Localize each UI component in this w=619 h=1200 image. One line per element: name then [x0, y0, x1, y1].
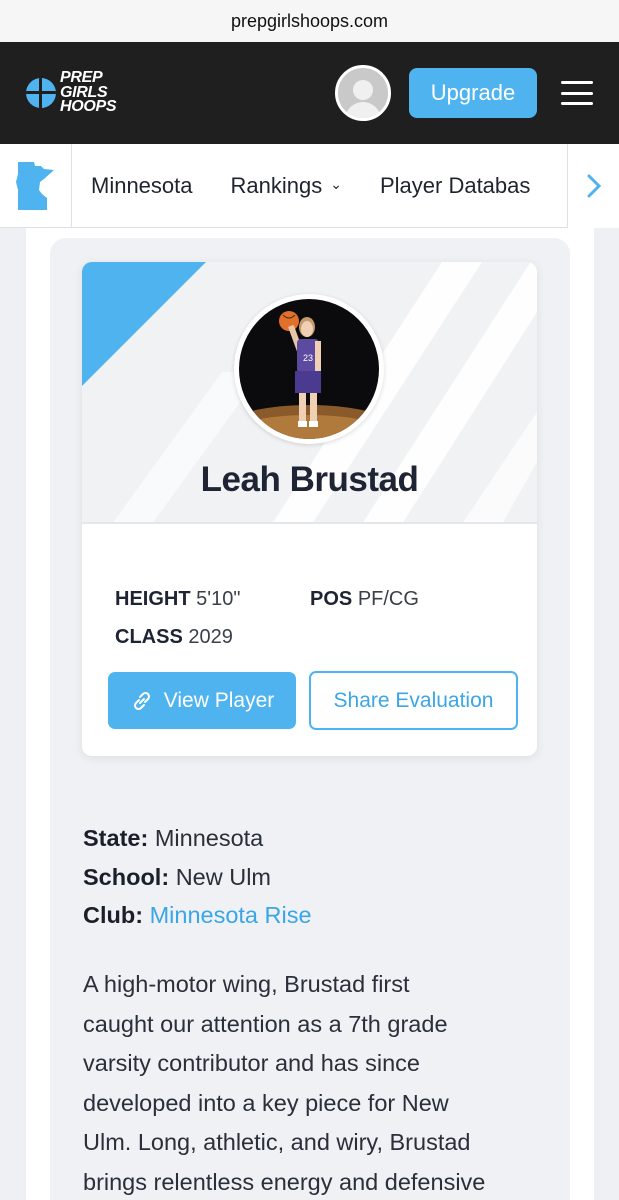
player-name: Leah Brustad — [200, 460, 419, 499]
site-header: PREP GIRLS HOOPS Upgrade — [0, 42, 619, 144]
player-card-header: 23 Leah Brustad — [82, 262, 537, 524]
detail-club: Club: Minnesota Rise — [83, 902, 312, 928]
upgrade-button[interactable]: Upgrade — [409, 68, 537, 118]
player-card: 23 Leah Brustad HEIGHT 5'10" POS PF/CG C… — [82, 262, 537, 756]
player-stats: HEIGHT 5'10" POS PF/CG CLASS 2029 — [115, 580, 505, 656]
view-player-button[interactable]: View Player — [108, 672, 296, 729]
stat-class: CLASS 2029 — [115, 625, 233, 648]
player-details: State: Minnesota School: New Ulm Club: M… — [83, 819, 312, 935]
evaluation-text: A high-motor wing, Brustad first caught … — [83, 971, 486, 1195]
detail-state: State: Minnesota — [83, 825, 264, 851]
state-subnav: Minnesota Rankings ⌄ Player Databas — [0, 143, 619, 228]
jersey-number: 23 — [303, 353, 313, 363]
user-avatar[interactable] — [335, 65, 391, 121]
chevron-down-icon: ⌄ — [330, 176, 342, 192]
nav-item-minnesota[interactable]: Minnesota — [72, 173, 212, 199]
browser-url-bar[interactable]: prepgirlshoops.com — [0, 0, 619, 42]
minnesota-state-icon[interactable] — [0, 143, 72, 228]
site-logo[interactable]: PREP GIRLS HOOPS — [26, 70, 117, 116]
stat-position: POS PF/CG — [310, 587, 419, 610]
nav-item-rankings[interactable]: Rankings ⌄ — [212, 173, 361, 199]
basketball-logo-icon — [26, 78, 56, 108]
page-content: 23 Leah Brustad HEIGHT 5'10" POS PF/CG C… — [0, 228, 619, 1200]
logo-line-3: HOOPS — [60, 98, 117, 116]
stat-height: HEIGHT 5'10" — [115, 587, 241, 610]
hamburger-menu-icon[interactable] — [561, 81, 593, 105]
share-evaluation-button[interactable]: Share Evaluation — [309, 671, 518, 730]
scroll-right-icon[interactable] — [567, 143, 619, 228]
detail-school: School: New Ulm — [83, 863, 272, 890]
nav-item-player-database[interactable]: Player Databas — [361, 173, 549, 199]
url-text: prepgirlshoops.com — [230, 10, 389, 31]
link-icon — [133, 691, 150, 710]
club-link[interactable]: Minnesota Rise — [150, 902, 312, 928]
player-photo: 23 — [234, 294, 384, 444]
